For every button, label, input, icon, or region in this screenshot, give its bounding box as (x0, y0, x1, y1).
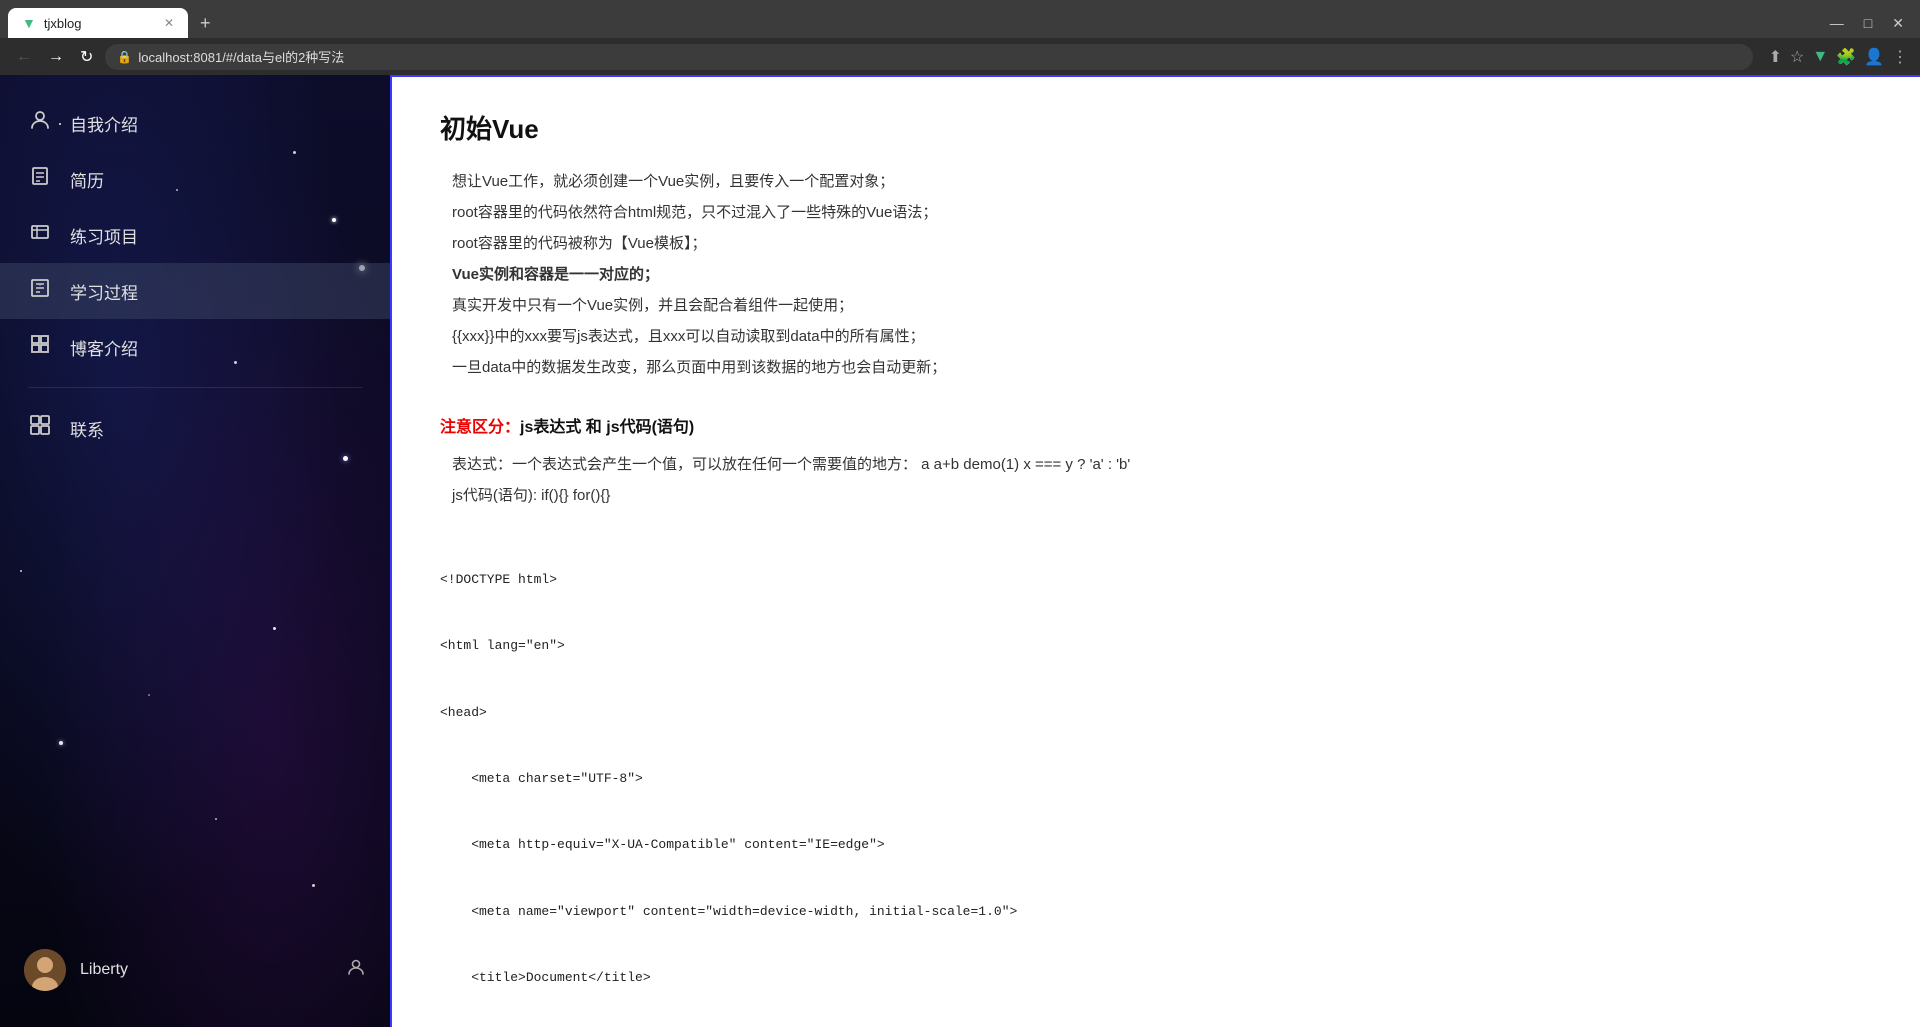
resume-icon (28, 165, 52, 193)
tab-favicon: ▼ (22, 15, 36, 31)
sidebar-item-learning-label: 学习过程 (70, 279, 138, 304)
tab-title: tjxblog (44, 16, 156, 31)
sidebar-item-resume-label: 简历 (70, 167, 104, 192)
intro-item-4: 真实开发中只有一个Vue实例，并且会配合着组件一起使用； (440, 294, 1244, 315)
intro-item-1: root容器里的代码依然符合html规范，只不过混入了一些特殊的Vue语法； (440, 201, 1244, 222)
sidebar-item-learning[interactable]: 学习过程 (0, 263, 390, 319)
content-area: 初始Vue 想让Vue工作，就必须创建一个Vue实例，且要传入一个配置对象； r… (390, 75, 1920, 1027)
vue-extension-icon[interactable]: ▼ (1812, 48, 1828, 66)
tab-bar: ▼ tjxblog ✕ + — □ ✕ (0, 0, 1920, 38)
sidebar-item-contact[interactable]: 联系 (0, 400, 390, 456)
avatar (24, 949, 66, 991)
sidebar-footer: Liberty (0, 933, 390, 1007)
back-button[interactable]: ← (12, 46, 36, 68)
content-scroll[interactable]: 初始Vue 想让Vue工作，就必须创建一个Vue实例，且要传入一个配置对象； r… (392, 77, 1920, 1027)
tab-close-button[interactable]: ✕ (164, 16, 174, 30)
intro-list: 想让Vue工作，就必须创建一个Vue实例，且要传入一个配置对象； root容器里… (440, 170, 1244, 377)
blog-icon (28, 333, 52, 361)
maximize-button[interactable]: □ (1856, 13, 1880, 33)
code-line-5: <meta name="viewport" content="width=dev… (440, 901, 1244, 923)
sidebar-item-practice[interactable]: 练习项目 (0, 207, 390, 263)
section-divider (440, 397, 1244, 413)
bookmark-icon[interactable]: ☆ (1790, 47, 1804, 67)
refresh-button[interactable]: ↻ (76, 45, 97, 69)
sidebar-item-blog-label: 博客介绍 (70, 335, 138, 360)
person-icon (28, 109, 52, 137)
secure-icon: 🔒 (117, 50, 132, 64)
code-line-1: <html lang="en"> (440, 635, 1244, 657)
forward-button[interactable]: → (44, 46, 68, 68)
main-layout: 自我介绍 简历 练习项目 (0, 75, 1920, 1027)
sidebar-item-about[interactable]: 自我介绍 (0, 95, 390, 151)
address-box[interactable]: 🔒 localhost:8081/#/data与el的2种写法 (105, 44, 1752, 70)
note-highlight: 注意区分： (440, 419, 520, 436)
page-title: 初始Vue (440, 109, 1244, 146)
code-line-3: <meta charset="UTF-8"> (440, 768, 1244, 790)
window-controls: — □ ✕ (1822, 13, 1912, 34)
intro-item-6: 一旦data中的数据发生改变，那么页面中用到该数据的地方也会自动更新； (440, 356, 1244, 377)
sidebar-item-about-label: 自我介绍 (70, 111, 138, 136)
close-button[interactable]: ✕ (1884, 13, 1912, 34)
code-block: <!DOCTYPE html> <html lang="en"> <head> … (440, 525, 1244, 1027)
intro-item-2: root容器里的代码被称为【Vue模板】； (440, 232, 1244, 253)
sidebar-item-practice-label: 练习项目 (70, 223, 138, 248)
nav-divider (28, 387, 362, 388)
sub-item-1: js代码(语句): if(){} for(){} (440, 484, 1244, 505)
code-line-6: <title>Document</title> (440, 967, 1244, 989)
content-inner: 初始Vue 想让Vue工作，就必须创建一个Vue实例，且要传入一个配置对象； r… (392, 77, 1292, 1027)
intro-item-5: {{xxx}}中的xxx要写js表达式，且xxx可以自动读取到data中的所有属… (440, 325, 1244, 346)
browser-chrome: ▼ tjxblog ✕ + — □ ✕ ← → ↻ 🔒 localhost:80… (0, 0, 1920, 75)
profile-icon[interactable]: 👤 (1864, 47, 1884, 67)
sidebar: 自我介绍 简历 练习项目 (0, 75, 390, 1027)
practice-icon (28, 221, 52, 249)
sidebar-item-contact-label: 联系 (70, 416, 104, 441)
toolbar-icons: ⬆ ☆ ▼ 🧩 👤 ⋮ (1769, 47, 1908, 67)
new-tab-button[interactable]: + (194, 11, 217, 36)
code-line-4: <meta http-equiv="X-UA-Compatible" conte… (440, 834, 1244, 856)
menu-icon[interactable]: ⋮ (1892, 47, 1908, 67)
minimize-button[interactable]: — (1822, 13, 1852, 33)
code-line-2: <head> (440, 702, 1244, 724)
sidebar-item-blog[interactable]: 博客介绍 (0, 319, 390, 375)
share-icon[interactable]: ⬆ (1769, 47, 1782, 67)
address-bar-row: ← → ↻ 🔒 localhost:8081/#/data与el的2种写法 ⬆ … (0, 38, 1920, 75)
sidebar-item-resume[interactable]: 简历 (0, 151, 390, 207)
user-settings-icon[interactable] (346, 957, 366, 983)
section-title: 注意区分：js表达式 和 js代码(语句) (440, 413, 1244, 437)
sub-item-0: 表达式：一个表达式会产生一个值，可以放在任何一个需要值的地方： a a+b de… (440, 453, 1244, 474)
extensions-icon[interactable]: 🧩 (1836, 47, 1856, 67)
code-line-0: <!DOCTYPE html> (440, 569, 1244, 591)
note-rest: js表达式 和 js代码(语句) (520, 419, 694, 436)
intro-item-3: Vue实例和容器是一一对应的； (440, 263, 1244, 284)
intro-item-0: 想让Vue工作，就必须创建一个Vue实例，且要传入一个配置对象； (440, 170, 1244, 191)
address-text: localhost:8081/#/data与el的2种写法 (138, 47, 1740, 66)
user-name: Liberty (80, 961, 332, 979)
learning-icon (28, 277, 52, 305)
contact-icon (28, 414, 52, 442)
active-tab[interactable]: ▼ tjxblog ✕ (8, 8, 188, 38)
